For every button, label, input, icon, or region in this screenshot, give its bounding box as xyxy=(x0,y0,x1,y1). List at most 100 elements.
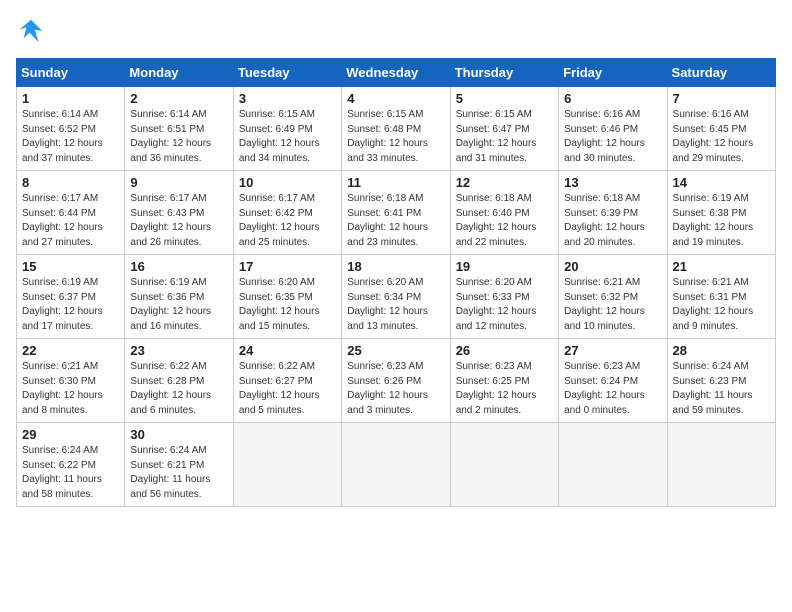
page-header xyxy=(16,16,776,46)
calendar-cell: 18Sunrise: 6:20 AM Sunset: 6:34 PM Dayli… xyxy=(342,255,450,339)
col-header-saturday: Saturday xyxy=(667,59,775,87)
calendar-cell: 24 Sunrise: 6:22 AM Sunset: 6:27 PM Dayli… xyxy=(233,339,341,423)
day-number: 4 xyxy=(347,91,444,106)
day-info: Sunrise: 6:16 AM Sunset: 6:46 PM Dayligh… xyxy=(564,108,661,166)
calendar-cell: 28 Sunrise: 6:24 AM Sunset: 6:23 PM Dayli… xyxy=(667,339,775,423)
day-number: 27 xyxy=(564,343,661,358)
calendar-table: SundayMondayTuesdayWednesdayThursdayFrid… xyxy=(16,58,776,507)
calendar-cell: 14Sunrise: 6:19 AM Sunset: 6:38 PM Dayli… xyxy=(667,171,775,255)
calendar-cell: 6 Sunrise: 6:16 AM Sunset: 6:46 PM Daylig… xyxy=(559,87,667,171)
calendar-header-row: SundayMondayTuesdayWednesdayThursdayFrid… xyxy=(17,59,776,87)
calendar-cell xyxy=(342,423,450,507)
col-header-sunday: Sunday xyxy=(17,59,125,87)
calendar-week-row: 8 Sunrise: 6:17 AM Sunset: 6:44 PM Daylig… xyxy=(17,171,776,255)
calendar-cell: 8 Sunrise: 6:17 AM Sunset: 6:44 PM Daylig… xyxy=(17,171,125,255)
day-info: Sunrise: 6:14 AM Sunset: 6:51 PM Dayligh… xyxy=(130,108,227,166)
day-number: 1 xyxy=(22,91,119,106)
day-number: 2 xyxy=(130,91,227,106)
day-number: 19 xyxy=(456,259,553,274)
day-number: 10 xyxy=(239,175,336,190)
day-info: Sunrise: 6:24 AM Sunset: 6:23 PM Dayligh… xyxy=(673,360,770,418)
day-info: Sunrise: 6:19 AM Sunset: 6:38 PM Dayligh… xyxy=(673,192,770,250)
calendar-cell: 2 Sunrise: 6:14 AM Sunset: 6:51 PM Daylig… xyxy=(125,87,233,171)
day-info: Sunrise: 6:18 AM Sunset: 6:40 PM Dayligh… xyxy=(456,192,553,250)
calendar-cell: 12 Sunrise: 6:18 AM Sunset: 6:40 PM Dayli… xyxy=(450,171,558,255)
day-info: Sunrise: 6:20 AM Sunset: 6:33 PM Dayligh… xyxy=(456,276,553,334)
day-number: 30 xyxy=(130,427,227,442)
calendar-cell: 22Sunrise: 6:21 AM Sunset: 6:30 PM Dayli… xyxy=(17,339,125,423)
calendar-week-row: 22Sunrise: 6:21 AM Sunset: 6:30 PM Dayli… xyxy=(17,339,776,423)
day-info: Sunrise: 6:23 AM Sunset: 6:24 PM Dayligh… xyxy=(564,360,661,418)
col-header-thursday: Thursday xyxy=(450,59,558,87)
day-number: 15 xyxy=(22,259,119,274)
day-info: Sunrise: 6:20 AM Sunset: 6:34 PM Dayligh… xyxy=(347,276,444,334)
day-number: 25 xyxy=(347,343,444,358)
day-info: Sunrise: 6:17 AM Sunset: 6:42 PM Dayligh… xyxy=(239,192,336,250)
day-info: Sunrise: 6:23 AM Sunset: 6:25 PM Dayligh… xyxy=(456,360,553,418)
day-number: 29 xyxy=(22,427,119,442)
day-number: 16 xyxy=(130,259,227,274)
day-info: Sunrise: 6:21 AM Sunset: 6:31 PM Dayligh… xyxy=(673,276,770,334)
day-number: 20 xyxy=(564,259,661,274)
day-number: 5 xyxy=(456,91,553,106)
day-info: Sunrise: 6:24 AM Sunset: 6:21 PM Dayligh… xyxy=(130,444,227,502)
day-number: 7 xyxy=(673,91,770,106)
day-info: Sunrise: 6:17 AM Sunset: 6:44 PM Dayligh… xyxy=(22,192,119,250)
calendar-cell: 10 Sunrise: 6:17 AM Sunset: 6:42 PM Dayli… xyxy=(233,171,341,255)
calendar-cell xyxy=(559,423,667,507)
col-header-monday: Monday xyxy=(125,59,233,87)
col-header-friday: Friday xyxy=(559,59,667,87)
calendar-cell xyxy=(667,423,775,507)
day-info: Sunrise: 6:15 AM Sunset: 6:48 PM Dayligh… xyxy=(347,108,444,166)
calendar-cell: 21 Sunrise: 6:21 AM Sunset: 6:31 PM Dayli… xyxy=(667,255,775,339)
day-info: Sunrise: 6:19 AM Sunset: 6:37 PM Dayligh… xyxy=(22,276,119,334)
day-number: 6 xyxy=(564,91,661,106)
day-number: 21 xyxy=(673,259,770,274)
day-number: 17 xyxy=(239,259,336,274)
day-number: 26 xyxy=(456,343,553,358)
calendar-cell: 20Sunrise: 6:21 AM Sunset: 6:32 PM Dayli… xyxy=(559,255,667,339)
day-info: Sunrise: 6:24 AM Sunset: 6:22 PM Dayligh… xyxy=(22,444,119,502)
day-info: Sunrise: 6:18 AM Sunset: 6:39 PM Dayligh… xyxy=(564,192,661,250)
logo-icon xyxy=(16,16,46,46)
day-number: 13 xyxy=(564,175,661,190)
calendar-cell: 16 Sunrise: 6:19 AM Sunset: 6:36 PM Dayli… xyxy=(125,255,233,339)
calendar-cell: 26 Sunrise: 6:23 AM Sunset: 6:25 PM Dayli… xyxy=(450,339,558,423)
calendar-week-row: 15 Sunrise: 6:19 AM Sunset: 6:37 PM Dayli… xyxy=(17,255,776,339)
calendar-cell: 19 Sunrise: 6:20 AM Sunset: 6:33 PM Dayli… xyxy=(450,255,558,339)
day-number: 9 xyxy=(130,175,227,190)
logo xyxy=(16,16,50,46)
day-info: Sunrise: 6:22 AM Sunset: 6:27 PM Dayligh… xyxy=(239,360,336,418)
day-info: Sunrise: 6:15 AM Sunset: 6:47 PM Dayligh… xyxy=(456,108,553,166)
day-info: Sunrise: 6:16 AM Sunset: 6:45 PM Dayligh… xyxy=(673,108,770,166)
calendar-cell: 5 Sunrise: 6:15 AM Sunset: 6:47 PM Daylig… xyxy=(450,87,558,171)
calendar-cell: 23 Sunrise: 6:22 AM Sunset: 6:28 PM Dayli… xyxy=(125,339,233,423)
day-number: 12 xyxy=(456,175,553,190)
calendar-week-row: 29 Sunrise: 6:24 AM Sunset: 6:22 PM Dayli… xyxy=(17,423,776,507)
calendar-cell: 27 Sunrise: 6:23 AM Sunset: 6:24 PM Dayli… xyxy=(559,339,667,423)
day-info: Sunrise: 6:19 AM Sunset: 6:36 PM Dayligh… xyxy=(130,276,227,334)
day-number: 11 xyxy=(347,175,444,190)
day-info: Sunrise: 6:15 AM Sunset: 6:49 PM Dayligh… xyxy=(239,108,336,166)
day-info: Sunrise: 6:22 AM Sunset: 6:28 PM Dayligh… xyxy=(130,360,227,418)
day-number: 24 xyxy=(239,343,336,358)
calendar-cell: 30 Sunrise: 6:24 AM Sunset: 6:21 PM Dayli… xyxy=(125,423,233,507)
day-number: 3 xyxy=(239,91,336,106)
day-info: Sunrise: 6:18 AM Sunset: 6:41 PM Dayligh… xyxy=(347,192,444,250)
calendar-cell: 9 Sunrise: 6:17 AM Sunset: 6:43 PM Daylig… xyxy=(125,171,233,255)
day-number: 8 xyxy=(22,175,119,190)
calendar-cell xyxy=(450,423,558,507)
day-info: Sunrise: 6:20 AM Sunset: 6:35 PM Dayligh… xyxy=(239,276,336,334)
day-number: 28 xyxy=(673,343,770,358)
day-info: Sunrise: 6:23 AM Sunset: 6:26 PM Dayligh… xyxy=(347,360,444,418)
calendar-cell: 11 Sunrise: 6:18 AM Sunset: 6:41 PM Dayli… xyxy=(342,171,450,255)
day-info: Sunrise: 6:17 AM Sunset: 6:43 PM Dayligh… xyxy=(130,192,227,250)
calendar-cell: 13 Sunrise: 6:18 AM Sunset: 6:39 PM Dayli… xyxy=(559,171,667,255)
calendar-cell: 15 Sunrise: 6:19 AM Sunset: 6:37 PM Dayli… xyxy=(17,255,125,339)
calendar-cell: 7 Sunrise: 6:16 AM Sunset: 6:45 PM Daylig… xyxy=(667,87,775,171)
day-info: Sunrise: 6:14 AM Sunset: 6:52 PM Dayligh… xyxy=(22,108,119,166)
calendar-cell: 4 Sunrise: 6:15 AM Sunset: 6:48 PM Daylig… xyxy=(342,87,450,171)
day-number: 22 xyxy=(22,343,119,358)
day-number: 23 xyxy=(130,343,227,358)
col-header-wednesday: Wednesday xyxy=(342,59,450,87)
